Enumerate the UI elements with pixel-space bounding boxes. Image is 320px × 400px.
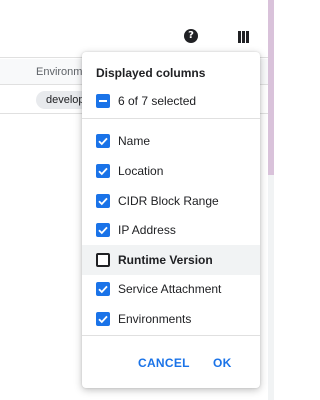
column-bar	[246, 31, 249, 43]
checkbox-checked-icon	[96, 223, 110, 237]
help-icon[interactable]: ?	[184, 29, 198, 43]
column-option-location[interactable]: Location	[82, 156, 260, 186]
indeterminate-checkbox-icon	[96, 94, 110, 108]
column-bar	[238, 31, 241, 43]
checkbox-checked-icon	[96, 312, 110, 326]
option-label: Location	[118, 164, 164, 178]
column-option-service-attachment[interactable]: Service Attachment	[82, 274, 260, 304]
view-columns-icon[interactable]	[238, 31, 249, 43]
option-label: CIDR Block Range	[118, 194, 219, 208]
checkbox-checked-icon	[96, 282, 110, 296]
ok-button[interactable]: OK	[207, 352, 238, 374]
toolbar: ?	[0, 0, 274, 58]
option-label: Service Attachment	[118, 282, 222, 296]
option-label: IP Address	[118, 223, 176, 237]
checkbox-checked-icon	[96, 164, 110, 178]
selection-summary: 6 of 7 selected	[118, 94, 197, 108]
column-option-runtime-version[interactable]: Runtime Version	[82, 245, 260, 275]
background-accent	[268, 0, 274, 175]
option-label: Name	[118, 134, 151, 148]
select-all-checkbox[interactable]: 6 of 7 selected	[96, 92, 196, 110]
column-bar	[242, 31, 245, 43]
column-option-name[interactable]: Name	[82, 126, 260, 156]
divider	[82, 118, 260, 119]
menu-actions: CANCEL OK	[82, 348, 260, 376]
displayed-columns-menu: Displayed columns 6 of 7 selected Name L…	[82, 52, 260, 388]
checkbox-checked-icon	[96, 134, 110, 148]
column-option-ip-address[interactable]: IP Address	[82, 215, 260, 245]
option-label: Runtime Version	[118, 253, 213, 267]
checkbox-checked-icon	[96, 194, 110, 208]
divider	[82, 335, 260, 336]
cancel-button[interactable]: CANCEL	[132, 352, 196, 374]
menu-title: Displayed columns	[96, 66, 206, 80]
option-label: Environments	[118, 312, 192, 326]
column-option-environments[interactable]: Environments	[82, 304, 260, 334]
checkbox-unchecked-icon	[96, 253, 110, 267]
column-option-cidr-block-range[interactable]: CIDR Block Range	[82, 186, 260, 216]
